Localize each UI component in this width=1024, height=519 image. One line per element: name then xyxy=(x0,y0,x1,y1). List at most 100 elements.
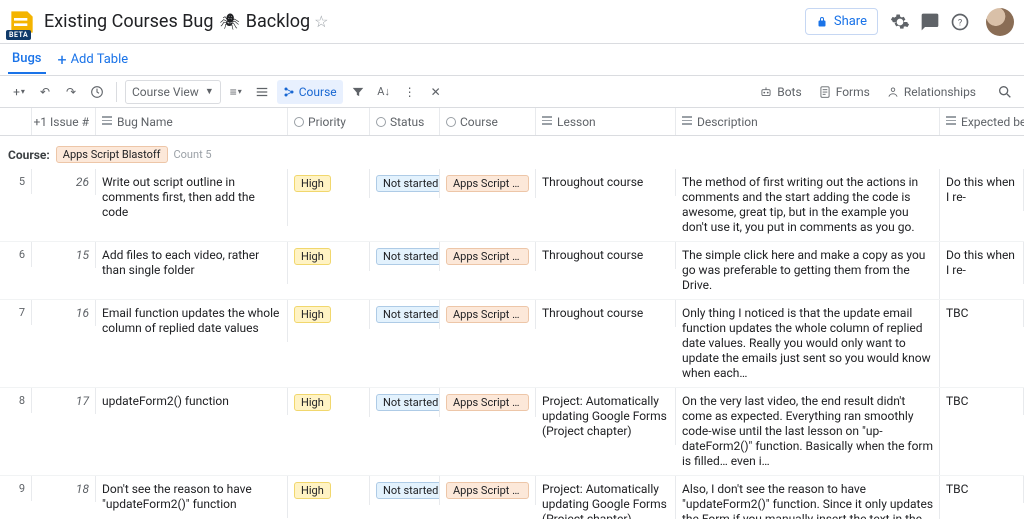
course[interactable]: Apps Script Blastoff xyxy=(440,169,536,198)
grid-body[interactable]: Course:Apps Script BlastoffCount 5526Wri… xyxy=(0,136,1024,519)
history-button[interactable] xyxy=(86,80,108,104)
page-title[interactable]: Existing Courses Bug 🕷 Backlog xyxy=(44,11,310,32)
priority-chip[interactable]: High xyxy=(294,482,331,499)
col-expected[interactable]: Expected beha xyxy=(940,108,1024,135)
add-table-button[interactable]: + Add Table xyxy=(58,52,129,68)
priority-chip[interactable]: High xyxy=(294,306,331,323)
bots-button[interactable]: Bots xyxy=(759,85,801,99)
expected[interactable]: Do this when I re- xyxy=(940,242,1024,284)
issue-number[interactable]: 15 xyxy=(32,242,96,268)
issue-number[interactable]: 26 xyxy=(32,169,96,195)
col-priority[interactable]: Priority xyxy=(288,108,370,135)
redo-button[interactable]: ↷ xyxy=(60,80,82,104)
course[interactable]: Apps Script Blastoff xyxy=(440,242,536,271)
avatar[interactable] xyxy=(986,8,1014,36)
bug-name[interactable]: Don't see the reason to have "updateForm… xyxy=(96,476,288,518)
col-rownum xyxy=(0,108,32,135)
priority-chip[interactable]: High xyxy=(294,248,331,265)
priority[interactable]: High xyxy=(288,476,370,505)
description[interactable]: The method of first writing out the acti… xyxy=(676,169,940,241)
course-chip[interactable]: Apps Script Blastoff xyxy=(446,175,529,192)
sort-button[interactable]: A↓ xyxy=(373,80,395,104)
priority-chip[interactable]: High xyxy=(294,175,331,192)
select-column-icon xyxy=(446,117,456,127)
course-chip[interactable]: Apps Script Blastoff xyxy=(446,482,529,499)
col-issue[interactable]: +1 Issue # xyxy=(32,108,96,135)
lesson[interactable]: Project: Automatically updating Google F… xyxy=(536,476,676,519)
filter-button[interactable] xyxy=(347,80,369,104)
status[interactable]: Not started xyxy=(370,300,440,329)
table-row[interactable]: 615Add files to each video, rather than … xyxy=(0,242,1024,300)
table-row[interactable]: 526Write out script outline in comments … xyxy=(0,169,1024,242)
expected[interactable]: TBC xyxy=(940,300,1024,327)
col-status[interactable]: Status xyxy=(370,108,440,135)
gear-icon[interactable] xyxy=(890,12,910,32)
status-chip[interactable]: Not started xyxy=(376,248,440,265)
status[interactable]: Not started xyxy=(370,169,440,198)
status[interactable]: Not started xyxy=(370,242,440,271)
course[interactable]: Apps Script Blastoff xyxy=(440,388,536,417)
issue-number[interactable]: 18 xyxy=(32,476,96,502)
relationships-button[interactable]: Relationships xyxy=(886,85,976,99)
bug-name[interactable]: Write out script outline in comments fir… xyxy=(96,169,288,226)
course[interactable]: Apps Script Blastoff xyxy=(440,300,536,329)
col-bugname[interactable]: Bug Name xyxy=(96,108,288,135)
density-button[interactable] xyxy=(251,80,273,104)
col-description[interactable]: Description xyxy=(676,108,940,135)
expected[interactable]: Do this when I re- xyxy=(940,169,1024,211)
priority[interactable]: High xyxy=(288,388,370,417)
table-row[interactable]: 716Email function updates the whole colu… xyxy=(0,300,1024,388)
priority-chip[interactable]: High xyxy=(294,394,331,411)
undo-button[interactable]: ↶ xyxy=(34,80,56,104)
lesson[interactable]: Throughout course xyxy=(536,242,676,269)
status-chip[interactable]: Not started xyxy=(376,175,440,192)
forms-button[interactable]: Forms xyxy=(818,85,870,99)
bug-name[interactable]: updateForm2() function xyxy=(96,388,288,415)
issue-number[interactable]: 16 xyxy=(32,300,96,326)
description[interactable]: Also, I don't see the reason to have "up… xyxy=(676,476,940,519)
expected[interactable]: TBC xyxy=(940,476,1024,503)
add-row-button[interactable]: +▾ xyxy=(8,80,30,104)
comment-icon[interactable] xyxy=(920,12,940,32)
lesson[interactable]: Throughout course xyxy=(536,300,676,327)
expected[interactable]: TBC xyxy=(940,388,1024,415)
group-course-chip[interactable]: Apps Script Blastoff xyxy=(56,146,168,163)
priority[interactable]: High xyxy=(288,242,370,271)
col-lesson[interactable]: Lesson xyxy=(536,108,676,135)
description[interactable]: The simple click here and make a copy as… xyxy=(676,242,940,299)
bug-name[interactable]: Add files to each video, rather than sin… xyxy=(96,242,288,284)
description[interactable]: On the very last video, the end result d… xyxy=(676,388,940,475)
col-course[interactable]: Course xyxy=(440,108,536,135)
lesson[interactable]: Project: Automatically updating Google F… xyxy=(536,388,676,445)
priority[interactable]: High xyxy=(288,300,370,329)
lesson[interactable]: Throughout course xyxy=(536,169,676,196)
star-icon[interactable]: ☆ xyxy=(314,12,328,31)
bug-name[interactable]: Email function updates the whole column … xyxy=(96,300,288,342)
issue-number[interactable]: 17 xyxy=(32,388,96,414)
group-by-chip[interactable]: Course xyxy=(277,80,343,104)
share-button[interactable]: Share xyxy=(805,8,878,35)
more-button[interactable]: ⋮ xyxy=(399,80,421,104)
status[interactable]: Not started xyxy=(370,476,440,505)
description[interactable]: Only thing I noticed is that the update … xyxy=(676,300,940,387)
close-view-button[interactable]: ✕ xyxy=(425,80,447,104)
status-chip[interactable]: Not started xyxy=(376,394,440,411)
list-view-button[interactable]: ≡▾ xyxy=(225,80,247,104)
text-column-icon xyxy=(946,116,957,127)
priority[interactable]: High xyxy=(288,169,370,198)
course-chip[interactable]: Apps Script Blastoff xyxy=(446,306,529,323)
table-row[interactable]: 918Don't see the reason to have "updateF… xyxy=(0,476,1024,519)
group-header[interactable]: Course:Apps Script BlastoffCount 5 xyxy=(0,136,1024,169)
tab-bugs[interactable]: Bugs xyxy=(8,45,46,74)
filter-icon xyxy=(351,85,365,99)
course-chip[interactable]: Apps Script Blastoff xyxy=(446,248,529,265)
status-chip[interactable]: Not started xyxy=(376,306,440,323)
status-chip[interactable]: Not started xyxy=(376,482,440,499)
status[interactable]: Not started xyxy=(370,388,440,417)
help-icon[interactable]: ? xyxy=(950,12,970,32)
course[interactable]: Apps Script Blastoff xyxy=(440,476,536,505)
table-row[interactable]: 817updateForm2() functionHighNot started… xyxy=(0,388,1024,476)
course-chip[interactable]: Apps Script Blastoff xyxy=(446,394,529,411)
search-button[interactable] xyxy=(994,80,1016,104)
view-selector[interactable]: Course View ▼ xyxy=(125,80,221,104)
